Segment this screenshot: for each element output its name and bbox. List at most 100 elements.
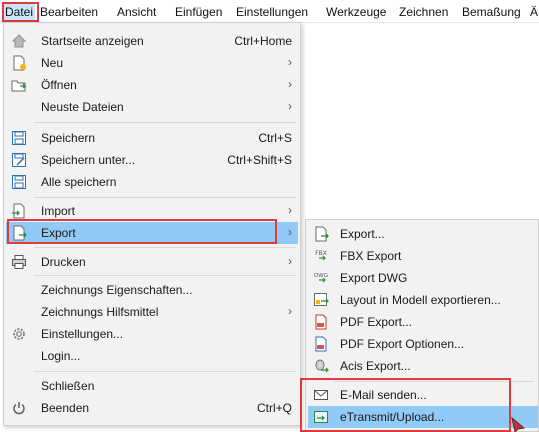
chevron-right-icon: ›	[288, 99, 292, 113]
menu-item-neu[interactable]: Neu ›	[6, 52, 298, 74]
gear-icon	[13, 328, 25, 340]
power-icon	[13, 402, 25, 415]
menu-item-label: Zeichnungs Hilfsmittel	[41, 305, 159, 319]
menu-divider	[34, 275, 296, 276]
chevron-right-icon: ›	[288, 304, 292, 318]
layout-export-icon	[314, 293, 329, 306]
shortcut-label: Ctrl+Home	[234, 34, 292, 48]
menu-einstellungen[interactable]: Einstellungen	[236, 4, 308, 20]
submenu-item-label: Export DWG	[340, 271, 408, 285]
menu-bemassung[interactable]: Bemaßung	[462, 4, 521, 20]
email-icon	[314, 390, 328, 400]
pdf-icon	[315, 314, 327, 330]
mouse-cursor-icon	[511, 416, 526, 432]
chevron-right-icon: ›	[288, 77, 292, 91]
chevron-right-icon: ›	[288, 203, 292, 217]
import-icon	[12, 203, 25, 219]
menu-item-startseite[interactable]: Startseite anzeigen Ctrl+Home	[6, 30, 298, 52]
menu-item-neuste-dateien[interactable]: Neuste Dateien ›	[6, 96, 298, 118]
menu-item-label: Login...	[41, 349, 81, 363]
menu-item-oeffnen[interactable]: Öffnen ›	[6, 74, 298, 96]
fbx-icon: FBX	[315, 250, 327, 261]
menu-zeichnen[interactable]: Zeichnen	[399, 4, 448, 20]
dwg-icon: DWG	[314, 273, 328, 283]
submenu-item-pdf-export-optionen[interactable]: PDF Export Optionen...	[308, 333, 538, 355]
submenu-item-label: eTransmit/Upload...	[340, 410, 445, 424]
save-icon	[12, 131, 26, 145]
menu-more[interactable]: Ä	[530, 4, 538, 20]
submenu-item-label: Layout in Modell exportieren...	[340, 293, 501, 307]
menu-item-label: Speichern unter...	[41, 153, 136, 167]
export-icon	[13, 225, 27, 241]
menu-item-label: Speichern	[41, 131, 96, 145]
submenu-item-label: PDF Export...	[340, 315, 413, 329]
acis-icon	[315, 359, 329, 373]
menu-divider	[34, 371, 296, 372]
menu-item-label: Neu	[41, 56, 64, 70]
menu-item-login[interactable]: Login...	[6, 345, 298, 367]
menu-divider	[34, 122, 296, 123]
menu-item-speichern[interactable]: Speichern Ctrl+S	[6, 127, 298, 149]
save-all-icon	[12, 175, 26, 189]
menu-bar: Datei Bearbeiten Ansicht Einfügen Einste…	[0, 0, 539, 23]
menu-item-label: Beenden	[41, 401, 90, 415]
submenu-item-email-senden[interactable]: E-Mail senden...	[308, 384, 538, 406]
menu-item-alle-speichern[interactable]: Alle speichern	[6, 171, 298, 193]
submenu-item-export-dwg[interactable]: DWG Export DWG	[308, 267, 538, 289]
submenu-item-label: Export...	[340, 227, 385, 241]
pdf-options-icon	[315, 336, 327, 352]
menu-item-label: Drucken	[41, 255, 86, 269]
export-submenu: Export... FBX FBX Export DWG Export DWG …	[305, 219, 539, 432]
shortcut-label: Ctrl+Shift+S	[227, 153, 292, 167]
submenu-item-layout-in-modell[interactable]: Layout in Modell exportieren...	[308, 289, 538, 311]
submenu-divider	[334, 381, 534, 382]
menu-item-beenden[interactable]: Beenden Ctrl+Q	[6, 397, 298, 419]
submenu-item-label: Acis Export...	[340, 359, 411, 373]
menu-ansicht[interactable]: Ansicht	[117, 4, 156, 20]
svg-text:FBX: FBX	[315, 250, 327, 257]
home-icon	[11, 34, 27, 48]
printer-icon	[12, 255, 26, 269]
submenu-item-label: E-Mail senden...	[340, 388, 427, 402]
chevron-right-icon: ›	[288, 225, 292, 239]
menu-item-speichern-unter[interactable]: Speichern unter... Ctrl+Shift+S	[6, 149, 298, 171]
menu-item-label: Öffnen	[41, 78, 77, 92]
shortcut-label: Ctrl+S	[258, 131, 292, 145]
menu-einfuegen[interactable]: Einfügen	[175, 4, 222, 20]
new-file-icon	[13, 55, 26, 71]
chevron-right-icon: ›	[288, 55, 292, 69]
menu-item-zeichnungs-eigenschaften[interactable]: Zeichnungs Eigenschaften...	[6, 279, 298, 301]
menu-divider	[34, 247, 296, 248]
submenu-item-label: PDF Export Optionen...	[340, 337, 465, 351]
menu-item-label: Alle speichern	[41, 175, 117, 189]
submenu-item-fbx-export[interactable]: FBX FBX Export	[308, 245, 538, 267]
shortcut-label: Ctrl+Q	[256, 401, 292, 415]
submenu-item-export[interactable]: Export...	[308, 223, 538, 245]
file-menu: Startseite anzeigen Ctrl+Home Neu › Öffn…	[3, 22, 301, 426]
submenu-item-etransmit-upload[interactable]: eTransmit/Upload...	[308, 406, 538, 428]
save-as-icon	[12, 153, 26, 167]
export-file-icon	[315, 226, 329, 242]
menu-item-label: Einstellungen...	[41, 327, 124, 341]
menu-item-label: Schließen	[41, 379, 95, 393]
menu-bearbeiten[interactable]: Bearbeiten	[40, 4, 98, 20]
submenu-item-acis-export[interactable]: Acis Export...	[308, 355, 538, 377]
menu-item-drucken[interactable]: Drucken ›	[6, 251, 298, 273]
etransmit-icon	[314, 411, 328, 423]
menu-item-label: Export	[41, 226, 76, 240]
submenu-item-label: FBX Export	[340, 249, 402, 263]
menu-divider	[34, 197, 296, 198]
menu-item-label: Zeichnungs Eigenschaften...	[41, 283, 193, 297]
svg-text:DWG: DWG	[314, 273, 328, 279]
menu-item-label: Import	[41, 204, 76, 218]
submenu-item-pdf-export[interactable]: PDF Export...	[308, 311, 538, 333]
menu-item-zeichnungs-hilfsmittel[interactable]: Zeichnungs Hilfsmittel ›	[6, 301, 298, 323]
menu-item-schliessen[interactable]: Schließen	[6, 375, 298, 397]
chevron-right-icon: ›	[288, 254, 292, 268]
menu-item-import[interactable]: Import ›	[6, 200, 298, 222]
menu-item-einstellungen[interactable]: Einstellungen...	[6, 323, 298, 345]
open-folder-icon	[11, 80, 27, 92]
menu-datei[interactable]: Datei	[3, 4, 36, 20]
menu-item-export[interactable]: Export ›	[6, 222, 298, 244]
menu-werkzeuge[interactable]: Werkzeuge	[326, 4, 386, 20]
